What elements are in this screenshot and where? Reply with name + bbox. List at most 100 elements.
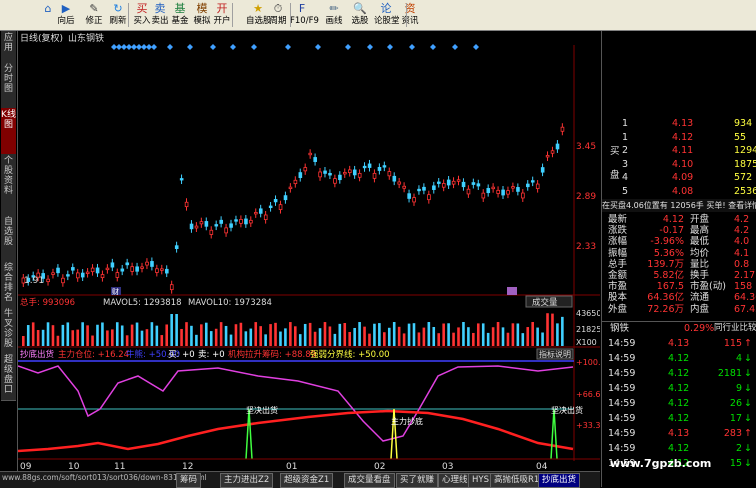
volume-bar xyxy=(343,323,347,346)
candle xyxy=(155,268,159,273)
nav-back-button[interactable]: ⌂ xyxy=(36,1,60,29)
left-tab-4[interactable]: 自选股 xyxy=(1,215,16,263)
volume-bar xyxy=(111,329,114,346)
tick-volume: 26 xyxy=(729,398,742,409)
bottom-tab-0[interactable]: 筹码 xyxy=(176,473,202,488)
volume-bar xyxy=(511,323,515,346)
volume-bar xyxy=(417,332,421,346)
bottom-tab-1[interactable]: 主力进出Z2 xyxy=(220,473,274,488)
volume-bar xyxy=(457,327,460,346)
candle xyxy=(323,170,327,174)
account-button[interactable]: 开开户 xyxy=(210,1,234,29)
left-tab-2[interactable]: K线图 xyxy=(1,108,16,156)
left-tab-5[interactable]: 综合排名 xyxy=(1,261,16,309)
volume-bar xyxy=(521,333,525,346)
candle xyxy=(516,187,520,192)
candle xyxy=(140,266,144,269)
order-info[interactable]: 在买盘4.06位置有 12056手 买单! 查看详情 xyxy=(602,201,756,210)
volume-bar xyxy=(496,322,500,346)
candle xyxy=(199,221,204,225)
refresh-button[interactable]: ↻ 刷新 xyxy=(106,1,130,29)
volume-axis-1: 43650 xyxy=(576,309,600,318)
candlesticks xyxy=(21,123,565,294)
toolbar-label: 周期 xyxy=(269,16,287,26)
indicator-item-5: 机构拉升筹码: +88.89 xyxy=(228,349,316,360)
forum-button[interactable]: 论论股堂 xyxy=(374,1,400,29)
candle xyxy=(125,262,130,266)
candle xyxy=(407,193,411,199)
volume-bar xyxy=(140,330,144,346)
diamond-marker xyxy=(151,44,157,50)
candle xyxy=(392,175,397,182)
toolbar-label: F10/F9 xyxy=(290,16,319,26)
volume-bar xyxy=(51,325,55,346)
stock-name: 山东钢铁 xyxy=(68,32,104,44)
period-button[interactable]: ⏱ 周期 xyxy=(266,1,290,29)
volume-bar xyxy=(175,314,178,346)
toolbar: ▶ 向后 ✎ 修正 ↻ 刷新买买入卖卖出基基金模模拟开开户 ★ 自选股 ⏱ 周期 F F10/F9 ✏ 画… xyxy=(0,0,756,31)
sector-row: 钢铁 0.29% 同行业比较 xyxy=(602,321,756,335)
bottom-tab-3[interactable]: 成交量看盘 xyxy=(344,473,395,488)
volume-bar xyxy=(200,324,203,346)
candle xyxy=(145,261,149,266)
candle xyxy=(456,179,461,182)
bottom-tab-7[interactable]: 高抛低吸R1 xyxy=(490,473,544,488)
candle xyxy=(560,126,565,132)
candle xyxy=(471,182,476,185)
tick-price: 4.12 xyxy=(668,443,690,454)
buy-volume: 934 xyxy=(734,118,753,129)
toolbar-label: 修正 xyxy=(85,16,103,26)
volume-bar xyxy=(402,333,406,346)
stock-select-button[interactable]: 🔍 选股 xyxy=(348,1,372,29)
indicator-item-3: 买: +0 xyxy=(168,350,195,360)
bottom-tab-2[interactable]: 超级资金Z1 xyxy=(280,473,334,488)
bottom-tab-8[interactable]: 抄底出货 xyxy=(538,473,581,488)
candle xyxy=(526,183,530,188)
info-button[interactable]: F F10/F9 xyxy=(290,1,319,29)
left-tab-1[interactable]: 分时图 xyxy=(1,62,16,110)
volume-bar xyxy=(506,332,510,346)
candle xyxy=(46,278,50,283)
cai-label: 财 xyxy=(112,287,119,296)
kline-chart[interactable]: 日线(复权) 山东钢铁 3.45 2.89 2.33 1.91 财 总手: 99… xyxy=(17,31,606,473)
left-tab-7[interactable]: 超级盘口 xyxy=(1,353,16,401)
buy-side-label: 买 xyxy=(610,146,620,157)
edit-button[interactable]: ✎ 修正 xyxy=(82,1,106,29)
draw-line-button[interactable]: ✏ 画线 xyxy=(322,1,346,29)
candle xyxy=(352,169,357,176)
sector-name[interactable]: 钢铁 xyxy=(610,322,629,335)
candle xyxy=(224,227,228,234)
volume-bar xyxy=(422,327,426,346)
volume-bar xyxy=(442,323,445,346)
toolbar-label: 开户 xyxy=(213,16,231,26)
order-info-row: 在买盘4.06位置有 12056手 买单! 查看详情 xyxy=(602,199,756,212)
volume-bar xyxy=(412,323,416,346)
tick-time: 14:59 xyxy=(608,443,636,454)
left-tab-6[interactable]: 牛叉诊股 xyxy=(1,307,16,355)
candle xyxy=(530,180,535,183)
volume-axis-3: X100 xyxy=(576,338,597,347)
volume-bar xyxy=(56,335,60,346)
candle xyxy=(506,190,510,195)
candle xyxy=(194,225,199,229)
left-tab-0[interactable]: 应用 xyxy=(1,31,16,64)
tick-time: 14:59 xyxy=(608,353,636,364)
bottom-tab-4[interactable]: 买了就赚 xyxy=(396,473,439,488)
diamond-marker xyxy=(187,44,193,50)
candle xyxy=(130,266,135,272)
bottom-tab-5[interactable]: 心理线 xyxy=(438,473,472,488)
strength-line xyxy=(17,409,574,453)
event-marker[interactable] xyxy=(507,287,517,295)
sector-compare-link[interactable]: 同行业比较 xyxy=(714,322,756,335)
fund-button[interactable]: 基基金 xyxy=(168,1,192,29)
candle xyxy=(318,171,322,178)
watermark: www.7gpzb.com xyxy=(610,457,712,470)
simulate-icon: 模 xyxy=(196,2,208,15)
tick-price: 4.12 xyxy=(668,353,690,364)
chart-mode: 日线(复权) xyxy=(20,32,63,44)
news-button[interactable]: 资资讯 xyxy=(398,1,422,29)
toolbar-label: 刷新 xyxy=(109,16,127,26)
diamond-marker xyxy=(367,44,373,50)
sell-icon: 卖 xyxy=(154,2,166,15)
left-tab-3[interactable]: 个股资料 xyxy=(1,154,16,217)
